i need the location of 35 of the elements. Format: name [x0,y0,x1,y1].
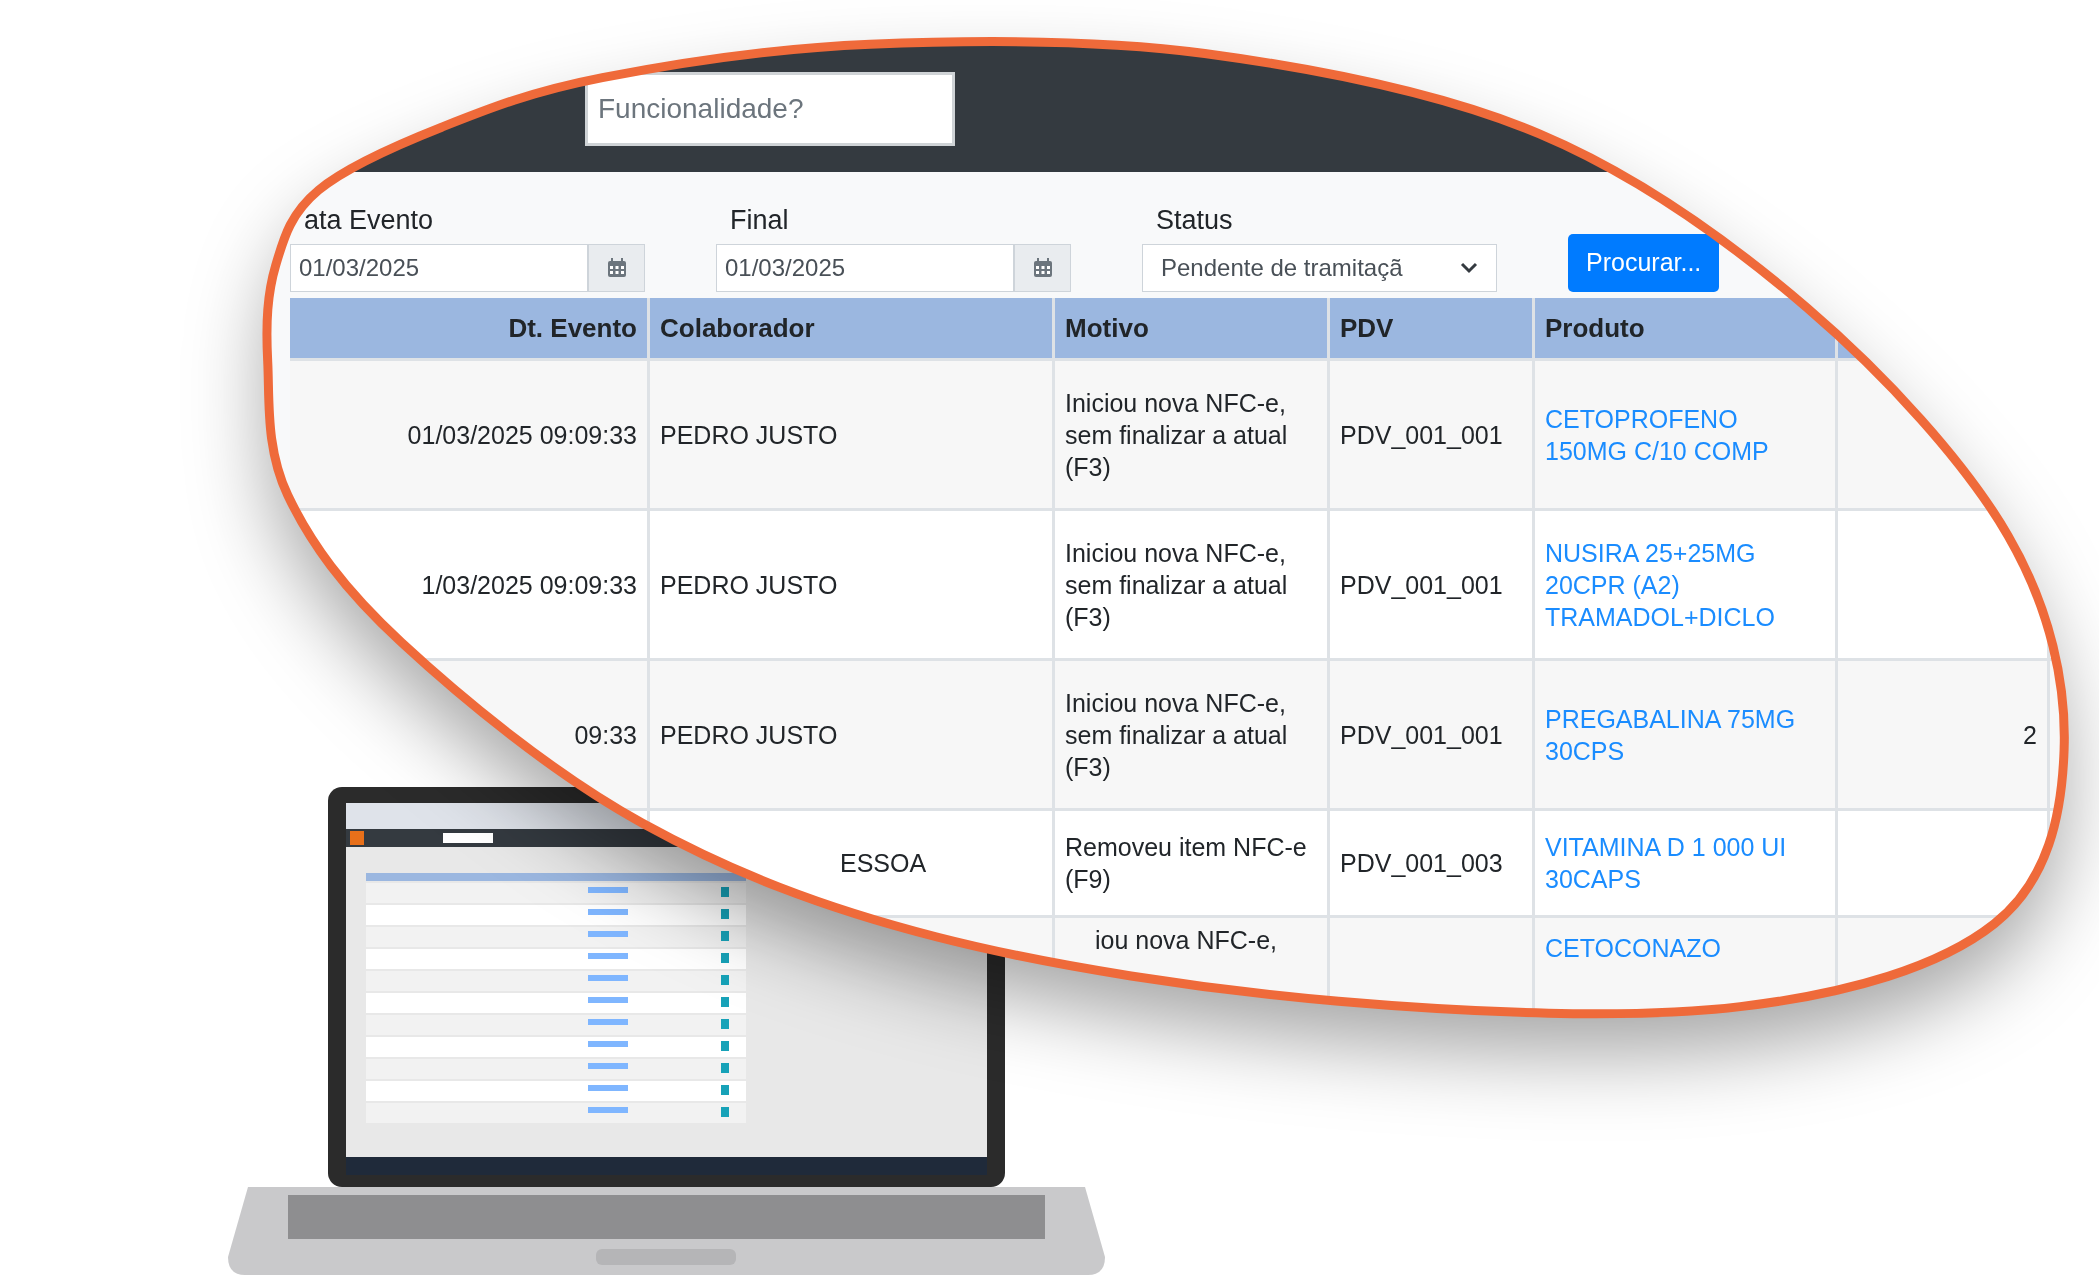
employee-cell-text: PEDRO JUSTO [660,419,838,451]
column-header[interactable]: Motivo [1065,308,1149,348]
reason-cell-text: Removeu item NFC-e (F9) [1065,832,1308,895]
pdv-cell-text: PDV_001_001 [1340,419,1503,451]
field-label: Status [1155,204,1233,237]
search-field[interactable]: Funcionalidade? [585,72,955,146]
employee-cell-text: ESSOA [840,848,927,879]
reason-cell-text: Iniciou nova NFC-e, sem finalizar a atual (F3) [1065,537,1289,633]
column-header[interactable]: PDV [1340,308,1394,348]
reason-cell-text: Iniciou nova NFC-e, sem finalizar a atual (F3) [1065,687,1289,783]
chevron-down-icon [1460,262,1478,274]
date-field[interactable]: 01/03/2025 [290,244,588,292]
calendar-button[interactable] [1014,244,1071,292]
date-cell-text: 01/03/2025 09:09:33 [407,419,637,451]
date-cell-text: 09:33 [574,719,637,751]
pdv-cell-text: PDV_001_001 [1340,569,1503,601]
column-header[interactable]: Dt. Evento [508,308,637,348]
search-button[interactable]: Procurar... [1568,234,1720,292]
pdv-cell-text: PDV_001_001 [1340,719,1503,751]
status-select[interactable]: Pendente de tramitaçã [1142,244,1497,292]
field-label: ata Evento [303,204,434,237]
pdv-cell-text: PDV_001_003 [1340,848,1503,879]
calendar-icon [606,258,627,278]
calendar-icon [1032,258,1053,278]
column-header[interactable]: Colaborador [660,308,815,348]
table-cell-text: 2 [2023,719,2037,751]
employee-cell-text: PEDRO JUSTO [660,569,838,601]
reason-cell-text: Iniciou nova NFC-e, sem finalizar a atual (F3) [1065,387,1289,483]
field-label: Final [729,204,789,237]
employee-cell-text: PEDRO JUSTO [660,719,838,751]
date-cell-text: 1/03/2025 09:09:33 [421,569,637,601]
column-header[interactable]: Produto [1545,308,1645,348]
reason-cell-text: iou nova NFC-e, [1095,925,1278,956]
date-field[interactable]: 01/03/2025 [716,244,1014,292]
calendar-button[interactable] [588,244,645,292]
